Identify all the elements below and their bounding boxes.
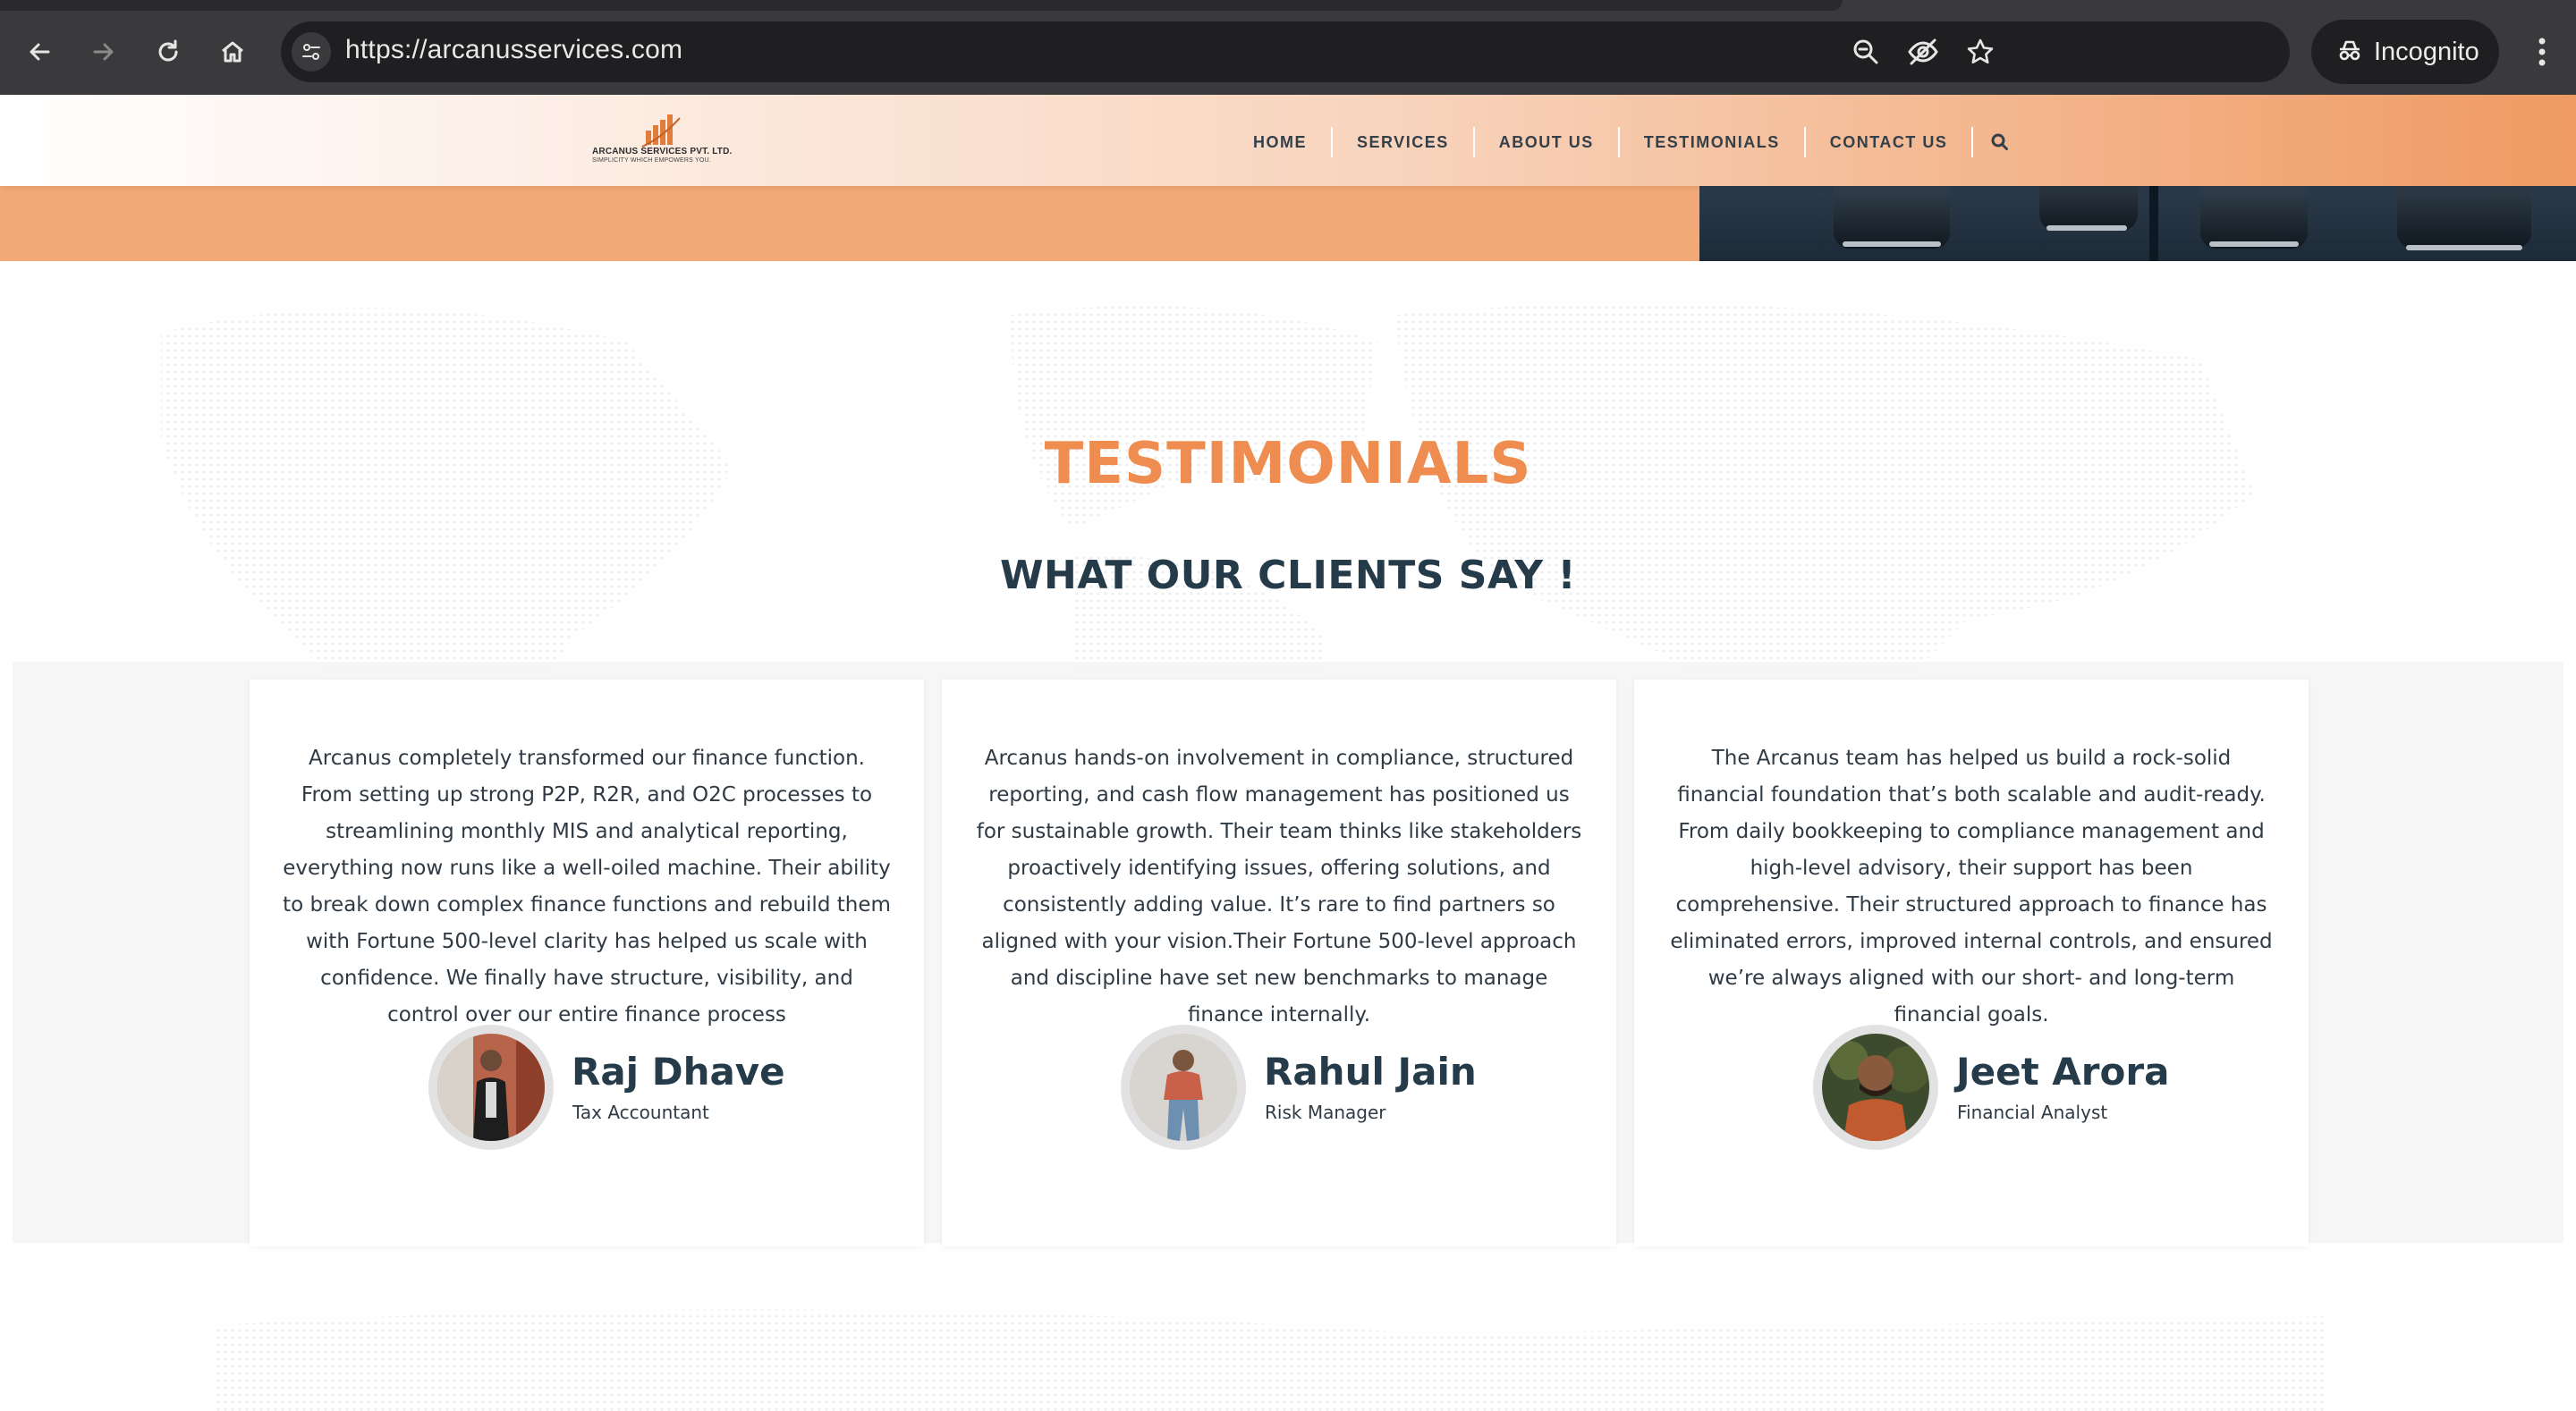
author-name: Jeet Arora bbox=[1956, 1050, 2170, 1094]
main-nav: HOME SERVICES ABOUT US TESTIMONIALS CONT… bbox=[1229, 127, 2018, 157]
incognito-label: Incognito bbox=[2374, 37, 2479, 66]
section-title: TESTIMONIALS bbox=[1044, 431, 1532, 497]
star-icon[interactable] bbox=[1962, 34, 1998, 70]
reload-icon[interactable] bbox=[143, 27, 193, 77]
eye-off-icon[interactable] bbox=[1905, 34, 1941, 70]
testimonial-card: Arcanus completely transformed our finan… bbox=[250, 680, 924, 1246]
logo-bars-icon[interactable] bbox=[590, 111, 748, 173]
avatar bbox=[428, 1025, 554, 1150]
incognito-icon bbox=[2336, 37, 2363, 68]
nav-home[interactable]: HOME bbox=[1229, 127, 1333, 157]
zoom-icon[interactable] bbox=[1848, 34, 1884, 70]
hero-banner-strip bbox=[0, 186, 2576, 261]
testimonial-quote: Arcanus hands-on involvement in complian… bbox=[976, 747, 1582, 1027]
testimonial-quote: The Arcanus team has helped us build a r… bbox=[1670, 747, 2273, 1027]
logo-tagline: SIMPLICITY WHICH EMPOWERS YOU. bbox=[592, 157, 711, 164]
browser-toolbar: https://arcanusservices.com Incognito bbox=[0, 0, 2576, 95]
incognito-badge[interactable]: Incognito bbox=[2311, 20, 2499, 84]
author-name: Rahul Jain bbox=[1264, 1050, 1477, 1094]
avatar bbox=[1813, 1025, 1938, 1150]
back-arrow-icon[interactable] bbox=[14, 27, 64, 77]
testimonials-section: TESTIMONIALS WHAT OUR CLIENTS SAY ! Arca… bbox=[0, 261, 2576, 1411]
site-header: ARCANUS SERVICES PVT. LTD. SIMPLICITY WH… bbox=[0, 95, 2576, 186]
author-role: Tax Accountant bbox=[572, 1102, 709, 1123]
nav-about-us[interactable]: ABOUT US bbox=[1475, 127, 1620, 157]
testimonial-card: Arcanus hands-on involvement in complian… bbox=[942, 680, 1616, 1246]
nav-services[interactable]: SERVICES bbox=[1333, 127, 1475, 157]
kebab-menu-icon[interactable] bbox=[2524, 30, 2560, 73]
author-name: Raj Dhave bbox=[572, 1050, 785, 1094]
nav-testimonials[interactable]: TESTIMONIALS bbox=[1620, 127, 1806, 157]
forward-arrow-icon[interactable] bbox=[79, 27, 129, 77]
avatar bbox=[1121, 1025, 1246, 1150]
author-role: Financial Analyst bbox=[1957, 1102, 2108, 1123]
address-bar[interactable]: https://arcanusservices.com bbox=[281, 21, 2290, 82]
nav-contact-us[interactable]: CONTACT US bbox=[1806, 127, 1974, 157]
tab-strip bbox=[0, 0, 1843, 11]
logo-name: ARCANUS SERVICES PVT. LTD. bbox=[592, 147, 733, 156]
site-settings-icon[interactable] bbox=[292, 32, 331, 72]
office-chairs-image bbox=[1699, 186, 2576, 261]
testimonial-quote: Arcanus completely transformed our finan… bbox=[283, 747, 891, 1027]
author-role: Risk Manager bbox=[1265, 1102, 1386, 1123]
testimonial-card: The Arcanus team has helped us build a r… bbox=[1634, 680, 2309, 1246]
home-icon[interactable] bbox=[208, 27, 258, 77]
url-text[interactable]: https://arcanusservices.com bbox=[345, 35, 682, 65]
search-icon[interactable] bbox=[1982, 127, 2018, 157]
section-subtitle: WHAT OUR CLIENTS SAY ! bbox=[999, 553, 1577, 598]
